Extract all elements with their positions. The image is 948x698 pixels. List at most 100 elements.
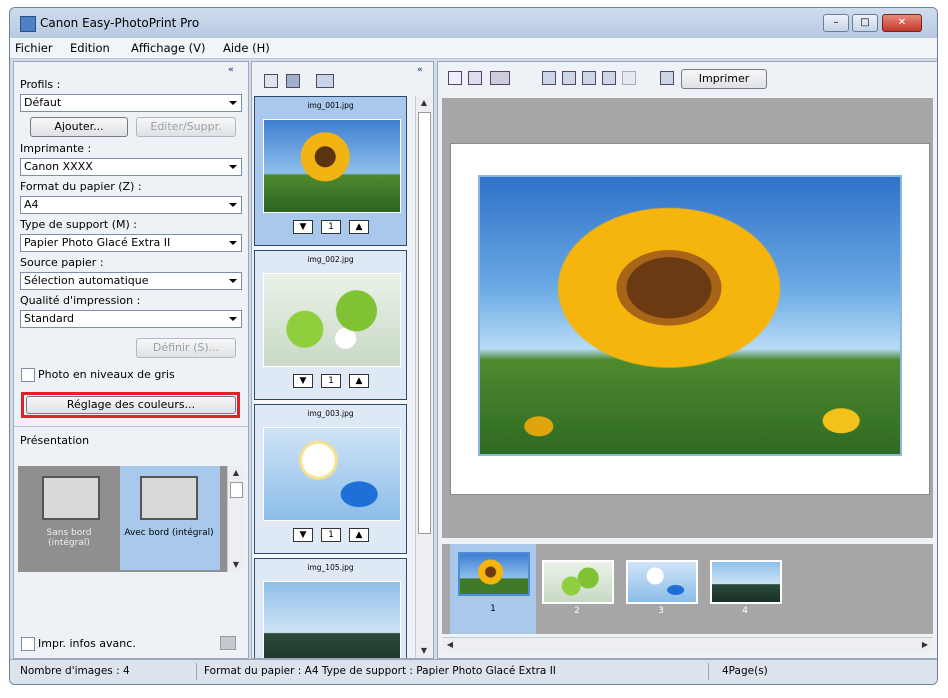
- thumbnail-scroll-thumb[interactable]: [418, 112, 431, 534]
- print-settings-icon[interactable]: [660, 71, 674, 85]
- select-all-icon[interactable]: [264, 74, 278, 88]
- profile-select-value: Défaut: [24, 96, 62, 109]
- media-type-select[interactable]: Papier Photo Glacé Extra II: [20, 234, 242, 252]
- printer-label: Imprimante :: [20, 142, 92, 155]
- page-thumb-3[interactable]: 3: [618, 552, 704, 620]
- edit-profile-button[interactable]: Editer/Suppr.: [136, 117, 236, 137]
- remove-images-icon[interactable]: [286, 74, 300, 88]
- decrease-copies-icon[interactable]: ▼: [293, 220, 313, 234]
- close-button[interactable]: ✕: [882, 14, 922, 32]
- menu-affichage[interactable]: Affichage (V): [131, 41, 206, 55]
- copies-value[interactable]: 1: [321, 528, 341, 542]
- grayscale-label: Photo en niveaux de gris: [38, 368, 175, 381]
- collapse-middle-icon[interactable]: «: [417, 65, 429, 75]
- scroll-down-icon[interactable]: ▼: [228, 558, 244, 572]
- add-profile-button[interactable]: Ajouter...: [30, 117, 128, 137]
- thumbnail-card[interactable]: img_002.jpg ▼ 1 ▲: [254, 250, 407, 400]
- menu-bar: Fichier Edition Affichage (V) Aide (H): [10, 38, 937, 59]
- scroll-down-icon[interactable]: ▼: [416, 644, 432, 658]
- decrease-copies-icon[interactable]: ▼: [293, 374, 313, 388]
- menu-edition[interactable]: Edition: [70, 41, 110, 55]
- paper-source-select[interactable]: Sélection automatique: [20, 272, 242, 290]
- thumbnail-card[interactable]: img_003.jpg ▼ 1 ▲: [254, 404, 407, 554]
- chevron-down-icon: [229, 241, 237, 245]
- frame-icon[interactable]: [602, 71, 616, 85]
- menu-fichier[interactable]: Fichier: [15, 41, 53, 55]
- layout-scrollbar[interactable]: ▲ ▼: [227, 466, 244, 572]
- chevron-down-icon: [229, 317, 237, 321]
- status-divider: [708, 663, 709, 680]
- print-quality-select[interactable]: Standard: [20, 310, 242, 328]
- insert-icon[interactable]: [468, 71, 482, 85]
- scroll-up-icon[interactable]: ▲: [228, 466, 244, 480]
- page-thumb-4[interactable]: 4: [702, 552, 788, 620]
- paper-size-select[interactable]: A4: [20, 196, 242, 214]
- sunflower-image: [263, 119, 401, 213]
- sunflower-preview-image[interactable]: [478, 175, 902, 456]
- trim-icon[interactable]: [582, 71, 596, 85]
- grayscale-checkbox[interactable]: [21, 368, 35, 382]
- page-strip-scrollbar[interactable]: ◀ ▶: [442, 637, 933, 652]
- thumbnail-card[interactable]: img_001.jpg ▼ 1 ▲: [254, 96, 407, 246]
- advanced-info-checkbox[interactable]: [21, 637, 35, 651]
- layout-bordered[interactable]: Avec bord (intégral): [120, 466, 220, 570]
- paper-size-label: Format du papier (Z) :: [20, 180, 142, 193]
- decrease-copies-icon[interactable]: ▼: [293, 528, 313, 542]
- thumbnail-filename: img_001.jpg: [307, 101, 354, 110]
- flower-glass-image: [263, 427, 401, 521]
- menu-aide[interactable]: Aide (H): [223, 41, 270, 55]
- scroll-up-icon[interactable]: ▲: [416, 96, 432, 110]
- view-options-icon[interactable]: [316, 74, 334, 88]
- paper-size-select-value: A4: [24, 198, 39, 211]
- page-number: 3: [658, 606, 664, 616]
- settings-panel: « Profils : Défaut Ajouter... Editer/Sup…: [13, 61, 249, 659]
- layout-bordered-label: Avec bord (intégral): [124, 528, 214, 538]
- copies-stepper[interactable]: ▼ 1 ▲: [293, 528, 369, 544]
- page-icon[interactable]: [448, 71, 462, 85]
- rotate-right-icon[interactable]: [562, 71, 576, 85]
- copies-value[interactable]: 1: [321, 374, 341, 388]
- layout-scroll-thumb[interactable]: [230, 482, 243, 498]
- copies-stepper[interactable]: ▼ 1 ▲: [293, 374, 369, 390]
- chevron-down-icon: [229, 165, 237, 169]
- layout-icon[interactable]: [490, 71, 510, 85]
- status-bar: Nombre d'images : 4 Format du papier : A…: [10, 659, 937, 684]
- thumbnail-filename: img_003.jpg: [307, 409, 354, 418]
- window-title: Canon Easy-PhotoPrint Pro: [40, 16, 200, 30]
- collapse-left-icon[interactable]: «: [228, 65, 240, 75]
- scroll-left-icon[interactable]: ◀: [442, 638, 458, 652]
- thumbnail-scrollbar[interactable]: ▲ ▼: [415, 96, 432, 658]
- color-adjust-button[interactable]: Réglage des couleurs...: [26, 396, 236, 414]
- status-paper-info: Format du papier : A4 Type de support : …: [204, 665, 556, 677]
- chevron-down-icon: [229, 101, 237, 105]
- title-bar: Canon Easy-PhotoPrint Pro – □ ✕: [10, 8, 937, 38]
- page-thumb-2[interactable]: 2: [534, 552, 620, 620]
- chevron-down-icon: [229, 203, 237, 207]
- copies-value[interactable]: 1: [321, 220, 341, 234]
- page-number: 4: [742, 606, 748, 616]
- printer-select[interactable]: Canon XXXX: [20, 158, 242, 176]
- increase-copies-icon[interactable]: ▲: [349, 528, 369, 542]
- advanced-info-label: Impr. infos avanc.: [38, 637, 136, 650]
- maximize-button[interactable]: □: [852, 14, 878, 32]
- increase-copies-icon[interactable]: ▲: [349, 374, 369, 388]
- page-thumb-image: [710, 560, 782, 604]
- print-button[interactable]: Imprimer: [681, 69, 767, 89]
- app-icon: [20, 16, 36, 32]
- page-thumb-1[interactable]: 1: [450, 544, 536, 634]
- scroll-right-icon[interactable]: ▶: [917, 638, 933, 652]
- apples-image: [263, 273, 401, 367]
- advanced-settings-icon[interactable]: [220, 636, 236, 650]
- thumbnail-card[interactable]: img_105.jpg: [254, 558, 407, 658]
- media-type-select-value: Papier Photo Glacé Extra II: [24, 236, 171, 249]
- media-type-label: Type de support (M) :: [20, 218, 138, 231]
- date-icon[interactable]: [622, 71, 636, 85]
- page-number: 1: [490, 604, 496, 614]
- increase-copies-icon[interactable]: ▲: [349, 220, 369, 234]
- profile-select[interactable]: Défaut: [20, 94, 242, 112]
- minimize-button[interactable]: –: [823, 14, 849, 32]
- copies-stepper[interactable]: ▼ 1 ▲: [293, 220, 369, 236]
- rotate-left-icon[interactable]: [542, 71, 556, 85]
- layout-borderless[interactable]: Sans bord (intégral): [26, 472, 112, 564]
- define-button[interactable]: Définir (S)...: [136, 338, 236, 358]
